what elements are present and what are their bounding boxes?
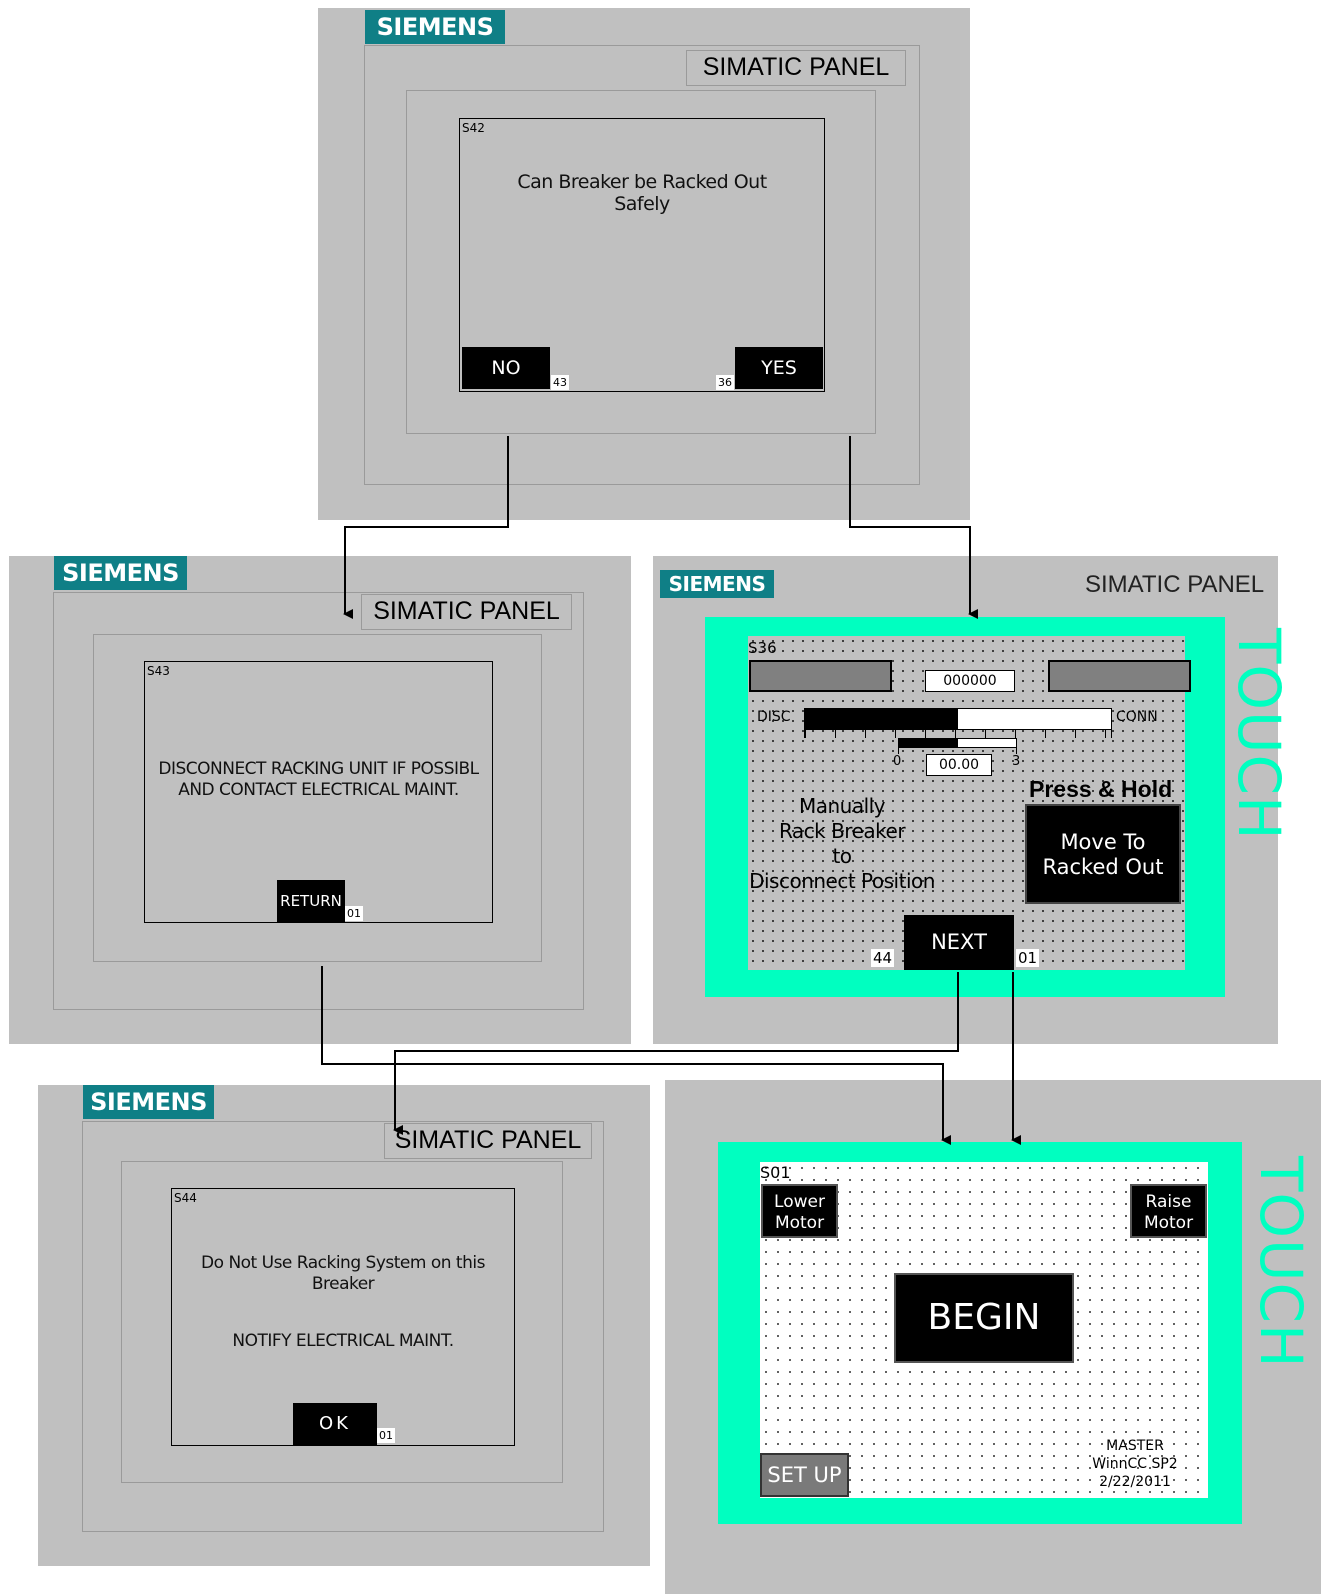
scale-max-label: 3 <box>1012 754 1021 769</box>
next-right-target-number: 01 <box>1016 949 1040 967</box>
lower-line-2: Motor <box>774 1213 825 1233</box>
right-indicator <box>1048 660 1191 692</box>
lower-motor-button[interactable]: Lower Motor <box>761 1184 838 1238</box>
screen-id: S43 <box>147 664 170 678</box>
raise-line-1: Raise <box>1145 1192 1192 1212</box>
message-line-2: Breaker <box>311 1274 375 1294</box>
value-bar-fill <box>899 739 958 747</box>
next-left-target-number: 44 <box>871 949 895 967</box>
siemens-logo: SIEMENS <box>54 556 187 590</box>
instruction-line-1: Manually <box>798 794 886 818</box>
siemens-logo: SIEMENS <box>365 10 505 44</box>
screen-id: S01 <box>760 1163 791 1182</box>
value-display: 00.00 <box>926 754 992 776</box>
screen-s43: S43 DISCONNECT RACKING UNIT IF POSSIBL A… <box>144 661 493 923</box>
no-button[interactable]: NO <box>462 347 550 389</box>
instruction-line-4: Disconnect Position <box>749 869 935 893</box>
screen-s42: S42 Can Breaker be Racked Out Safely NO … <box>459 118 825 392</box>
message-line-2: Safely <box>614 193 670 215</box>
screen-id: S44 <box>174 1191 197 1205</box>
return-button[interactable]: RETURN <box>277 880 345 922</box>
ok-button[interactable]: OK <box>293 1403 377 1445</box>
scale-min-label: 0 <box>893 754 902 769</box>
position-scale-ticks <box>804 730 1112 738</box>
screen-id: S42 <box>462 121 485 135</box>
instruction-text: Manually Rack Breaker to Disconnect Posi… <box>748 794 936 894</box>
position-bar-fill <box>805 709 958 729</box>
raise-motor-button[interactable]: Raise Motor <box>1130 1184 1207 1238</box>
press-hold-label: Press & Hold <box>1029 776 1173 802</box>
screen-id: S36 <box>748 639 777 657</box>
panel-s44: SIEMENS SIMATIC PANEL S44 Do Not Use Rac… <box>38 1085 650 1566</box>
message-line-1: Do Not Use Racking System on this <box>201 1253 485 1273</box>
message-line-1: Can Breaker be Racked Out <box>517 171 767 193</box>
counter-display: 000000 <box>925 670 1015 692</box>
panel-s01: TOUCH S01 Lower Motor Raise Motor BEGIN … <box>665 1080 1321 1594</box>
move-to-racked-out-button[interactable]: Move To Racked Out <box>1025 804 1181 904</box>
move-line-1: Move To <box>1060 830 1146 854</box>
instruction-line-2: Rack Breaker <box>778 819 906 843</box>
raise-line-2: Motor <box>1143 1213 1194 1233</box>
siemens-logo: SIEMENS <box>83 1085 214 1119</box>
setup-button[interactable]: SET UP <box>760 1453 849 1497</box>
simatic-label: SIMATIC PANEL <box>361 594 572 630</box>
left-indicator <box>749 660 892 692</box>
message-text: DISCONNECT RACKING UNIT IF POSSIBL AND C… <box>145 759 492 801</box>
yes-target-number: 36 <box>716 375 734 390</box>
message-line-1: DISCONNECT RACKING UNIT IF POSSIBL <box>158 759 479 779</box>
panel-s36: SIEMENS SIMATIC PANEL TOUCH S36 000000 D… <box>653 556 1293 1044</box>
value-bar <box>898 738 1017 748</box>
simatic-label: SIMATIC PANEL <box>384 1123 592 1159</box>
message-line-3: NOTIFY ELECTRICAL MAINT. <box>232 1331 454 1351</box>
begin-button[interactable]: BEGIN <box>894 1273 1074 1363</box>
position-bar <box>804 708 1112 730</box>
next-button[interactable]: NEXT <box>904 915 1014 970</box>
panel-s43: SIEMENS SIMATIC PANEL S43 DISCONNECT RAC… <box>9 556 631 1044</box>
simatic-label: SIMATIC PANEL <box>1085 571 1265 598</box>
touch-label: TOUCH <box>1225 628 1293 841</box>
screen-s44: S44 Do Not Use Racking System on this Br… <box>171 1188 515 1446</box>
siemens-logo: SIEMENS <box>660 570 774 598</box>
return-target-number: 01 <box>345 906 363 921</box>
move-line-2: Racked Out <box>1042 855 1164 879</box>
touch-label: TOUCH <box>1247 1156 1315 1369</box>
message-text: Do Not Use Racking System on this Breake… <box>172 1253 514 1352</box>
ok-target-number: 01 <box>377 1428 395 1443</box>
conn-label: CONN <box>1116 709 1158 725</box>
panel-s42: SIEMENS SIMATIC PANEL S42 Can Breaker be… <box>318 8 970 520</box>
screen-s36: S36 000000 DISC CONN 0 3 00.00 Press & H… <box>748 636 1191 970</box>
yes-button[interactable]: YES <box>735 347 823 389</box>
instruction-line-3: to <box>832 844 852 868</box>
screen-s01: S01 Lower Motor Raise Motor BEGIN SET UP… <box>760 1162 1208 1498</box>
simatic-label: SIMATIC PANEL <box>686 50 906 86</box>
no-target-number: 43 <box>551 375 569 390</box>
version-footer: MASTER WinnCC SP2 2/22/2011 <box>1080 1437 1190 1491</box>
lower-line-1: Lower <box>774 1192 825 1212</box>
disc-label: DISC <box>757 709 791 725</box>
footer-line-2: WinnCC SP2 <box>1092 1456 1178 1472</box>
message-text: Can Breaker be Racked Out Safely <box>460 171 824 215</box>
footer-line-1: MASTER <box>1106 1438 1164 1454</box>
message-line-2: AND CONTACT ELECTRICAL MAINT. <box>178 780 459 800</box>
footer-line-3: 2/22/2011 <box>1099 1474 1171 1490</box>
